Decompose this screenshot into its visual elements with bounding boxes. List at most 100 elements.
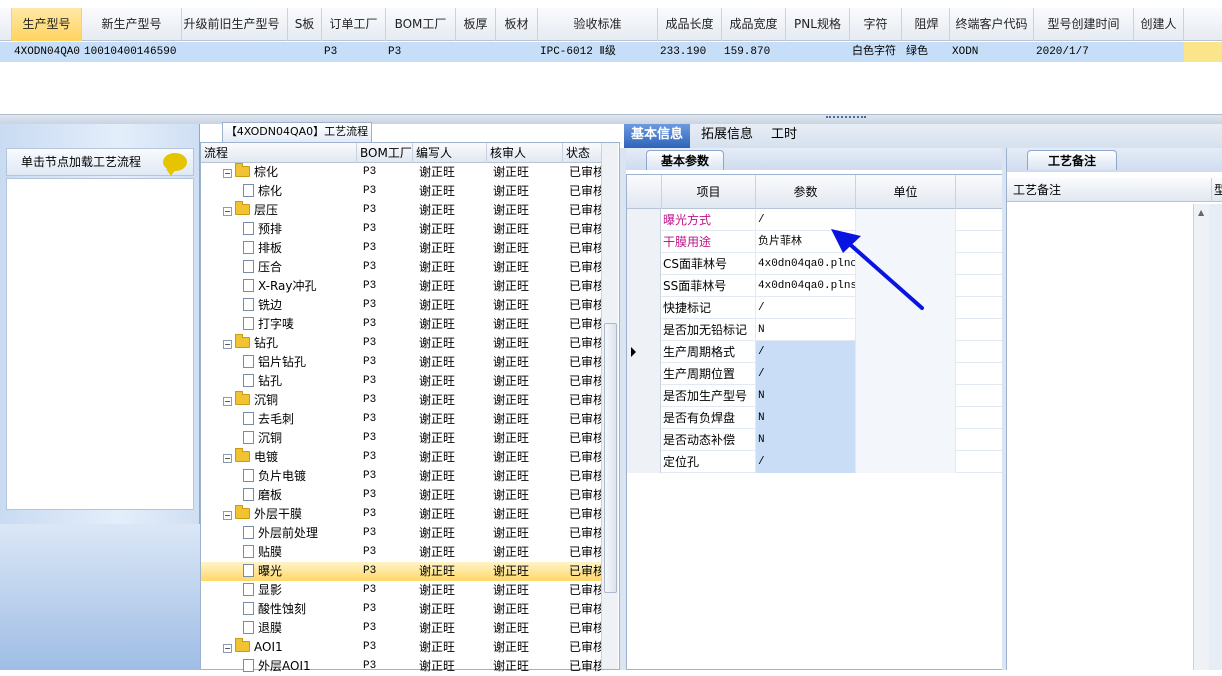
tree-row[interactable]: 排板 P3 谢正旺 谢正旺 已审核	[201, 239, 601, 258]
param-unit[interactable]	[856, 451, 956, 473]
tree-col-header[interactable]: 编写人	[413, 143, 487, 163]
top-grid-cell[interactable]: 2020/1/7	[1034, 42, 1134, 62]
param-row[interactable]: 是否加无铅标记 N	[627, 319, 1003, 341]
param-value[interactable]: /	[756, 451, 856, 473]
row-indicator[interactable]	[627, 341, 661, 363]
tree-node[interactable]: − 层压	[201, 201, 357, 220]
param-row[interactable]: 生产周期格式 /	[627, 341, 1003, 363]
tree-col-header[interactable]: 核审人	[487, 143, 563, 163]
tree-row[interactable]: 打字唛 P3 谢正旺 谢正旺 已审核	[201, 315, 601, 334]
tree-node[interactable]: 外层前处理	[201, 524, 357, 543]
tree-row[interactable]: 钻孔 P3 谢正旺 谢正旺 已审核	[201, 372, 601, 391]
tree-row[interactable]: 磨板 P3 谢正旺 谢正旺 已审核	[201, 486, 601, 505]
tree-scrollbar[interactable]	[601, 143, 618, 669]
tree-row[interactable]: 铝片钻孔 P3 谢正旺 谢正旺 已审核	[201, 353, 601, 372]
tab-basic-params[interactable]: 基本参数	[646, 150, 725, 170]
param-row[interactable]: 是否有负焊盘 N	[627, 407, 1003, 429]
top-grid-cell[interactable]	[456, 42, 496, 62]
top-grid-cell[interactable]: 10010400146590	[82, 42, 182, 62]
top-grid-cell[interactable]: 159.870	[722, 42, 786, 62]
tab-process-flow[interactable]: 【4XODN04QA0】工艺流程	[222, 122, 372, 142]
tree-node[interactable]: 棕化	[201, 182, 357, 201]
tree-node[interactable]: − 沉铜	[201, 391, 357, 410]
tree-row[interactable]: 预排 P3 谢正旺 谢正旺 已审核	[201, 220, 601, 239]
tab-work-hours[interactable]: 工时	[764, 124, 804, 148]
param-row[interactable]: 干膜用途 负片菲林	[627, 231, 1003, 253]
top-grid-cell[interactable]	[786, 42, 850, 62]
top-col-header[interactable]: 新生产型号	[82, 8, 182, 41]
top-col-header[interactable]: 创建人	[1134, 8, 1184, 41]
row-indicator[interactable]	[627, 407, 661, 429]
param-unit[interactable]	[856, 231, 956, 253]
param-unit[interactable]	[856, 429, 956, 451]
top-grid-cell[interactable]: 233.190	[658, 42, 722, 62]
top-col-header[interactable]: 终端客户代码	[950, 8, 1034, 41]
param-value[interactable]: /	[756, 363, 856, 385]
notes-scrollbar[interactable]: ▲	[1193, 204, 1209, 670]
param-row[interactable]: 快捷标记 /	[627, 297, 1003, 319]
top-col-header[interactable]: 板厚	[456, 8, 496, 41]
row-indicator[interactable]	[627, 429, 661, 451]
tree-row[interactable]: 棕化 P3 谢正旺 谢正旺 已审核	[201, 182, 601, 201]
top-col-header[interactable]: 板材	[496, 8, 538, 41]
param-unit[interactable]	[856, 253, 956, 275]
tree-node[interactable]: − 外层干膜	[201, 505, 357, 524]
top-col-header[interactable]: 成品长度	[658, 8, 722, 41]
row-indicator[interactable]	[627, 275, 661, 297]
tree-row[interactable]: − 层压 P3 谢正旺 谢正旺 已审核	[201, 201, 601, 220]
tree-node[interactable]: 曝光	[201, 562, 357, 581]
top-grid-cell[interactable]: P3	[386, 42, 456, 62]
top-col-header[interactable]: S板	[288, 8, 322, 41]
tree-node[interactable]: 酸性蚀刻	[201, 600, 357, 619]
top-grid-cell[interactable]: IPC-6012 Ⅱ级	[538, 42, 658, 62]
row-indicator[interactable]	[627, 363, 661, 385]
top-grid-cell[interactable]	[288, 42, 322, 62]
tree-scroll-thumb[interactable]	[604, 323, 617, 593]
top-grid-cell[interactable]: 白色字符	[850, 42, 902, 62]
tree-node[interactable]: 铝片钻孔	[201, 353, 357, 372]
param-value[interactable]: N	[756, 319, 856, 341]
tree-node[interactable]: 压合	[201, 258, 357, 277]
top-col-header[interactable]: PNL规格	[786, 8, 850, 41]
param-row[interactable]: 是否动态补偿 N	[627, 429, 1003, 451]
top-grid-cell[interactable]: 绿色	[904, 42, 950, 62]
tree-node[interactable]: 显影	[201, 581, 357, 600]
tree-row[interactable]: − 棕化 P3 谢正旺 谢正旺 已审核	[201, 163, 601, 182]
top-col-header[interactable]: 订单工厂	[322, 8, 386, 41]
tree-row[interactable]: 沉铜 P3 谢正旺 谢正旺 已审核	[201, 429, 601, 448]
scroll-up-icon[interactable]: ▲	[1198, 208, 1204, 217]
splitter-bar[interactable]	[0, 114, 1222, 124]
tree-node[interactable]: 沉铜	[201, 429, 357, 448]
param-value[interactable]: N	[756, 407, 856, 429]
param-value[interactable]: 4x0dn04qa0.plncs	[756, 253, 856, 275]
tree-node[interactable]: − 棕化	[201, 163, 357, 182]
collapse-toggle-icon[interactable]: −	[223, 397, 232, 406]
tree-node[interactable]: X-Ray冲孔	[201, 277, 357, 296]
top-col-header[interactable]: 生产型号	[12, 8, 82, 41]
collapse-toggle-icon[interactable]: −	[223, 340, 232, 349]
top-grid-cell[interactable]: P3	[322, 42, 386, 62]
tree-node[interactable]: 退膜	[201, 619, 357, 638]
top-grid-cell[interactable]	[496, 42, 538, 62]
top-grid-cell[interactable]	[1134, 42, 1184, 62]
tree-row[interactable]: − AOI1 P3 谢正旺 谢正旺 已审核	[201, 638, 601, 657]
tree-node[interactable]: 钻孔	[201, 372, 357, 391]
param-value[interactable]: 负片菲林	[756, 231, 856, 253]
collapse-toggle-icon[interactable]: −	[223, 207, 232, 216]
tree-row[interactable]: − 钻孔 P3 谢正旺 谢正旺 已审核	[201, 334, 601, 353]
top-grid-cell[interactable]	[176, 42, 288, 62]
param-unit[interactable]	[856, 319, 956, 341]
tree-node[interactable]: 磨板	[201, 486, 357, 505]
param-row[interactable]: SS面菲林号 4x0dn04qa0.plnss	[627, 275, 1003, 297]
param-unit[interactable]	[856, 363, 956, 385]
param-value[interactable]: N	[756, 429, 856, 451]
tree-node[interactable]: 预排	[201, 220, 357, 239]
tree-col-header[interactable]: BOM工厂	[357, 143, 413, 163]
tree-node[interactable]: 打字唛	[201, 315, 357, 334]
tree-node[interactable]: 排板	[201, 239, 357, 258]
top-model-grid[interactable]: 生产型号 新生产型号 升级前旧生产型号 S板 订单工厂 BOM工厂 板厚 板材 验收标准 成品长度…	[0, 0, 1222, 116]
param-unit[interactable]	[856, 385, 956, 407]
top-col-header[interactable]: 型号创建时间	[1034, 8, 1134, 41]
tree-node[interactable]: 外层AOI1	[201, 657, 357, 676]
tree-row[interactable]: 酸性蚀刻 P3 谢正旺 谢正旺 已审核	[201, 600, 601, 619]
